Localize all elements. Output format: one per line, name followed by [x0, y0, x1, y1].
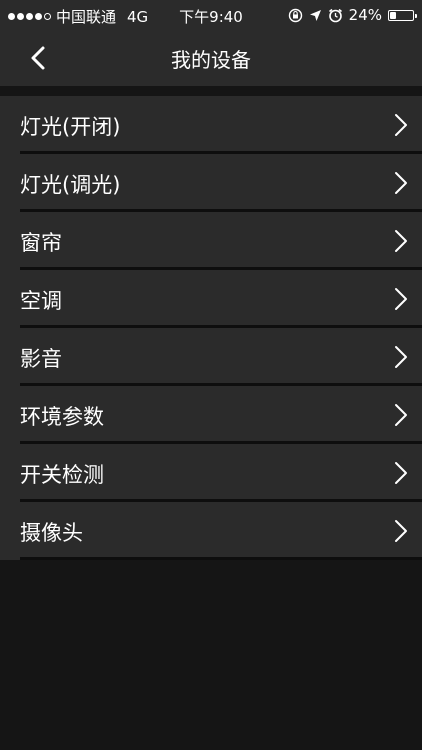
chevron-right-icon [395, 404, 407, 426]
signal-icon [8, 13, 51, 20]
battery-percent: 24% [348, 6, 382, 24]
status-left: 中国联通 4G [8, 6, 148, 27]
status-bar: 中国联通 4G 下午9:40 24% [0, 0, 422, 30]
list-item-label: 开关检测 [20, 463, 104, 487]
list-item-label: 摄像头 [20, 521, 83, 545]
list-item-label: 影音 [20, 347, 62, 371]
list-item-label: 窗帘 [20, 231, 62, 255]
list-item-label: 灯光(开闭) [20, 115, 121, 139]
device-list: 灯光(开闭) 灯光(调光) 窗帘空调影音环境参数开关检测摄像头 [0, 96, 422, 560]
list-item[interactable]: 窗帘 [0, 212, 422, 270]
list-item-label: 灯光(调光) [20, 173, 121, 197]
chevron-right-icon [395, 172, 407, 194]
list-item[interactable]: 影音 [0, 328, 422, 386]
chevron-right-icon [395, 462, 407, 484]
chevron-right-icon [395, 520, 407, 542]
separator [20, 557, 422, 560]
list-item[interactable]: 灯光(开闭) [0, 96, 422, 154]
page-title: 我的设备 [171, 48, 251, 72]
chevron-left-icon [31, 46, 45, 70]
chevron-right-icon [395, 346, 407, 368]
chevron-right-icon [395, 288, 407, 310]
list-item[interactable]: 摄像头 [0, 502, 422, 560]
chevron-right-icon [395, 230, 407, 252]
battery-icon [388, 9, 417, 21]
list-item[interactable]: 环境参数 [0, 386, 422, 444]
back-button[interactable] [24, 42, 56, 74]
battery-fill [390, 11, 396, 19]
alarm-icon [328, 8, 342, 22]
list-item-label: 空调 [20, 289, 62, 313]
network-label: 4G [127, 7, 149, 26]
list-item[interactable]: 灯光(调光) [0, 154, 422, 212]
chevron-right-icon [395, 114, 407, 136]
orientation-lock-icon [288, 8, 302, 22]
carrier-label: 中国联通 [56, 8, 117, 26]
location-icon [309, 9, 321, 21]
list-item[interactable]: 开关检测 [0, 444, 422, 502]
list-item-label: 环境参数 [20, 405, 104, 429]
nav-bar: 我的设备 [0, 30, 422, 86]
list-item[interactable]: 空调 [0, 270, 422, 328]
screen: 中国联通 4G 下午9:40 24% 我的设备 灯光(开闭) 灯光(调光) 窗帘… [0, 0, 422, 750]
status-right: 24% [288, 6, 417, 24]
